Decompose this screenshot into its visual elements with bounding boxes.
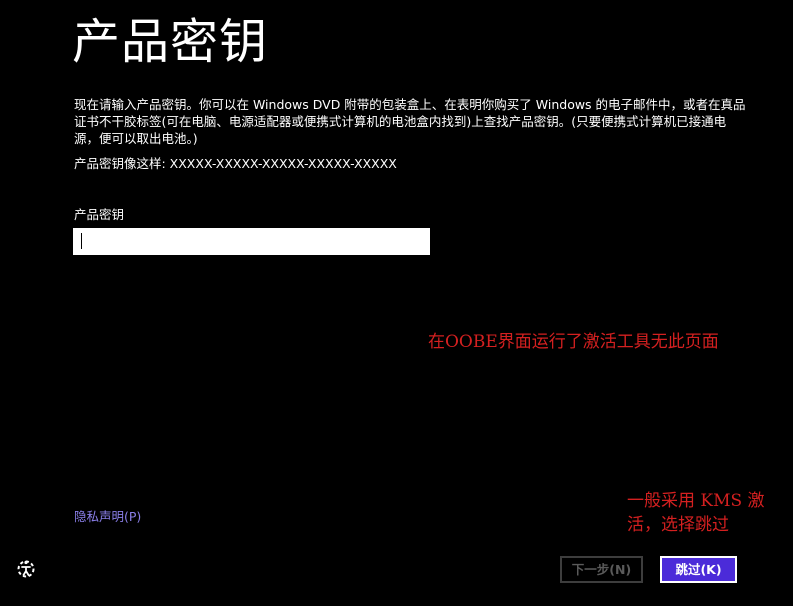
product-key-input[interactable] (73, 228, 430, 255)
ease-of-access-icon[interactable] (15, 558, 39, 582)
instructions-text: 现在请输入产品密钥。你可以在 Windows DVD 附带的包装盒上、在表明你购… (74, 97, 746, 146)
key-format-example: 产品密钥像这样: XXXXX-XXXXX-XXXXX-XXXXX-XXXXX (74, 156, 397, 171)
product-key-label: 产品密钥 (74, 207, 125, 222)
annotation-kms-skip: 一般采用 KMS 激活，选择跳过 (627, 491, 765, 535)
skip-button[interactable]: 跳过(K) (660, 556, 737, 583)
next-button[interactable]: 下一步(N) (560, 556, 643, 583)
ease-of-access-glyph (17, 560, 35, 578)
privacy-statement-link[interactable]: 隐私声明(P) (74, 508, 141, 525)
text-caret (81, 233, 82, 249)
instructions: 现在请输入产品密钥。你可以在 Windows DVD 附带的包装盒上、在表明你购… (74, 96, 746, 147)
annotation-no-page: 在OOBE界面运行了激活工具无此页面 (428, 332, 719, 352)
page-title: 产品密钥 (72, 14, 269, 70)
